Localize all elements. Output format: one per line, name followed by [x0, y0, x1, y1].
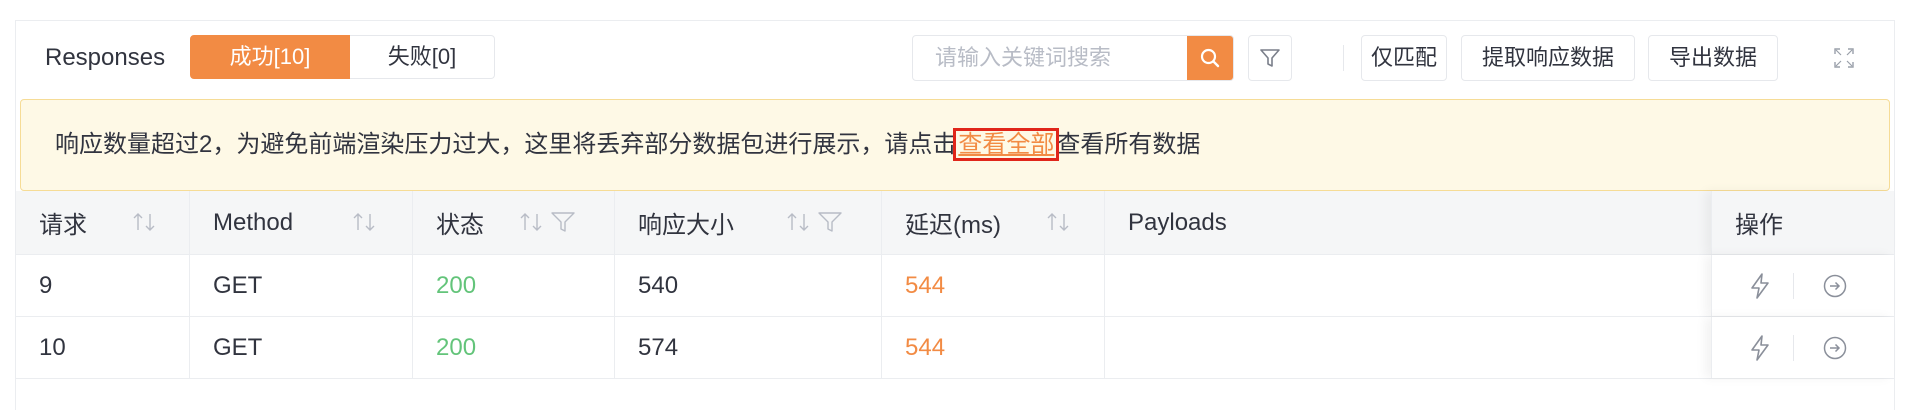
responses-panel: Responses 成功[10] 失败[0] 仅匹配 提取响应数据 导出数据 — [15, 20, 1895, 410]
search-input[interactable] — [913, 36, 1185, 80]
cell-request: 9 — [16, 255, 190, 316]
search-button[interactable] — [1187, 36, 1233, 80]
column-label-request: 请求 — [39, 212, 87, 239]
truncation-notice: 响应数量超过2，为避免前端渲染压力过大，这里将丢弃部分数据包进行展示，请点击查看… — [20, 99, 1890, 191]
cell-actions — [1711, 317, 1894, 378]
tab-fail[interactable]: 失败[0] — [350, 35, 495, 79]
table-row[interactable]: 9 GET 200 540 544 — [16, 255, 1894, 317]
cell-actions — [1711, 255, 1894, 316]
row-actions — [1712, 255, 1894, 316]
cell-latency: 544 — [882, 317, 1105, 378]
lightning-icon[interactable] — [1747, 334, 1773, 362]
notice-suffix: 查看所有数据 — [1056, 131, 1201, 158]
cell-method: GET — [190, 255, 413, 316]
actions-header-cell: 操作 — [1712, 191, 1895, 254]
column-header-size[interactable]: 响应大小 — [615, 191, 882, 254]
panel-title: Responses — [45, 44, 166, 71]
extract-response-data-button[interactable]: 提取响应数据 — [1461, 35, 1635, 81]
action-divider — [1793, 272, 1794, 299]
notice-text: 响应数量超过2，为避免前端渲染压力过大，这里将丢弃部分数据包进行展示，请点击查看… — [55, 128, 1200, 162]
tab-success[interactable]: 成功[10] — [190, 35, 350, 79]
export-data-button[interactable]: 导出数据 — [1648, 35, 1778, 81]
column-header-latency[interactable]: 延迟(ms) — [882, 191, 1105, 254]
column-label-actions: 操作 — [1735, 212, 1783, 239]
sort-icon[interactable] — [350, 210, 380, 234]
cell-latency: 544 — [882, 255, 1105, 316]
fullscreen-icon — [1834, 48, 1854, 68]
column-header-actions: 操作 — [1711, 191, 1894, 254]
filter-icon — [1260, 49, 1280, 67]
lightning-icon[interactable] — [1747, 272, 1773, 300]
sort-icon[interactable] — [784, 210, 814, 234]
only-match-button[interactable]: 仅匹配 — [1361, 35, 1447, 81]
cell-size: 540 — [615, 255, 882, 316]
filter-icon[interactable] — [550, 210, 576, 234]
cell-method: GET — [190, 317, 413, 378]
cell-status: 200 — [413, 255, 615, 316]
cell-payloads — [1105, 317, 1711, 378]
filter-icon[interactable] — [817, 210, 843, 234]
search-icon — [1200, 48, 1220, 68]
search-box — [912, 35, 1234, 81]
column-label-latency: 延迟(ms) — [905, 212, 1001, 239]
column-label-size: 响应大小 — [638, 212, 734, 239]
row-actions — [1712, 317, 1894, 378]
action-divider — [1793, 334, 1794, 361]
column-label-method: Method — [213, 208, 294, 236]
sort-icon[interactable] — [517, 210, 547, 234]
column-header-status[interactable]: 状态 — [413, 191, 615, 254]
column-header-method[interactable]: Method — [190, 191, 413, 254]
sort-icon[interactable] — [130, 210, 160, 234]
cell-size: 574 — [615, 317, 882, 378]
sort-icon[interactable] — [1044, 210, 1074, 234]
column-label-status: 状态 — [436, 212, 484, 239]
arrow-right-circle-icon[interactable] — [1822, 335, 1848, 361]
fullscreen-button[interactable] — [1829, 43, 1859, 73]
column-label-payloads: Payloads — [1128, 208, 1227, 236]
cell-request: 10 — [16, 317, 190, 378]
toolbar-divider — [1343, 45, 1344, 71]
responses-header: Responses 成功[10] 失败[0] 仅匹配 提取响应数据 导出数据 — [16, 21, 1894, 95]
arrow-right-circle-icon[interactable] — [1822, 273, 1848, 299]
cell-status: 200 — [413, 317, 615, 378]
cell-payloads — [1105, 255, 1711, 316]
column-header-request[interactable]: 请求 — [16, 191, 190, 254]
table-row[interactable]: 10 GET 200 574 544 — [16, 317, 1894, 379]
result-filter-tabs: 成功[10] 失败[0] — [190, 35, 495, 79]
notice-prefix: 响应数量超过2，为避免前端渲染压力过大，这里将丢弃部分数据包进行展示，请点击 — [55, 131, 957, 158]
table-header: 请求 Method 状态 响应大小 延迟(ms) Payloads 操作 — [16, 191, 1894, 255]
column-header-payloads: Payloads — [1105, 191, 1711, 254]
view-all-link[interactable]: 查看全部 — [953, 128, 1060, 161]
filter-button[interactable] — [1248, 35, 1292, 81]
